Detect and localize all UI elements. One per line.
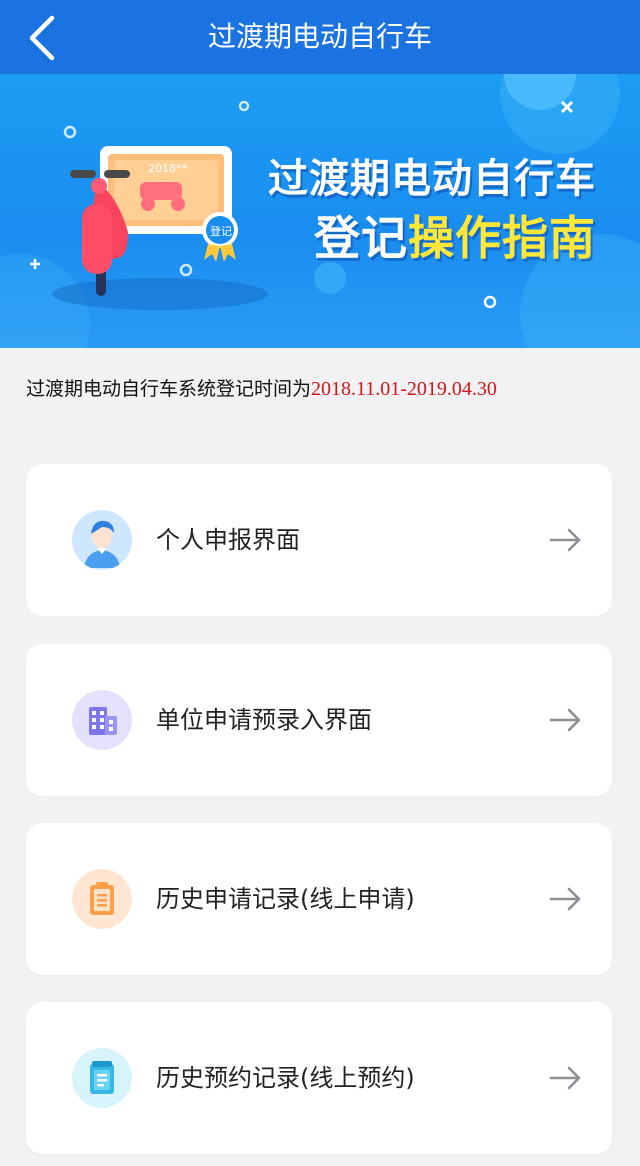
banner-heading: 过渡期电动自行车 <box>268 156 596 202</box>
clipboard-icon <box>72 869 132 929</box>
arrow-right-icon <box>549 708 581 732</box>
notice-dates: 2018.11.01-2019.04.30 <box>311 378 497 400</box>
banner-subheading-white: 登记 <box>314 211 408 265</box>
menu-item-label: 历史预约记录(线上预约) <box>156 1064 415 1092</box>
menu-item-label: 个人申报界面 <box>156 526 300 554</box>
page-title: 过渡期电动自行车 <box>207 20 432 53</box>
registration-badge-label: 登记 <box>210 224 232 238</box>
menu-item-label: 历史申请记录(线上申请) <box>156 885 415 913</box>
menu-item-unit-pre-entry[interactable]: 单位申请预录入界面 <box>26 644 612 796</box>
guide-banner: 2018** 登记 过渡期电动自行车 登记操作指南 <box>0 74 640 348</box>
menu-item-application-history[interactable]: 历史申请记录(线上申请) <box>26 823 612 975</box>
menu-item-personal-declaration[interactable]: 个人申报界面 <box>26 464 612 616</box>
banner-subheading: 登记操作指南 <box>314 202 596 268</box>
building-icon <box>72 690 132 750</box>
notice-text: 过渡期电动自行车系统登记时间为 <box>26 378 312 400</box>
registration-card-year: 2018** <box>148 162 187 175</box>
registration-period-notice: 过渡期电动自行车系统登记时间为2018.11.01-2019.04.30 <box>26 374 497 401</box>
arrow-right-icon <box>549 887 581 911</box>
person-avatar-icon <box>72 510 132 570</box>
navigation-bar: 过渡期电动自行车 <box>0 0 640 74</box>
banner-subheading-highlight: 操作指南 <box>408 211 596 265</box>
menu-item-appointment-history[interactable]: 历史预约记录(线上预约) <box>26 1002 612 1154</box>
notepad-icon <box>72 1048 132 1108</box>
menu-item-label: 单位申请预录入界面 <box>156 706 372 734</box>
arrow-right-icon <box>549 528 581 552</box>
arrow-right-icon <box>549 1066 581 1090</box>
